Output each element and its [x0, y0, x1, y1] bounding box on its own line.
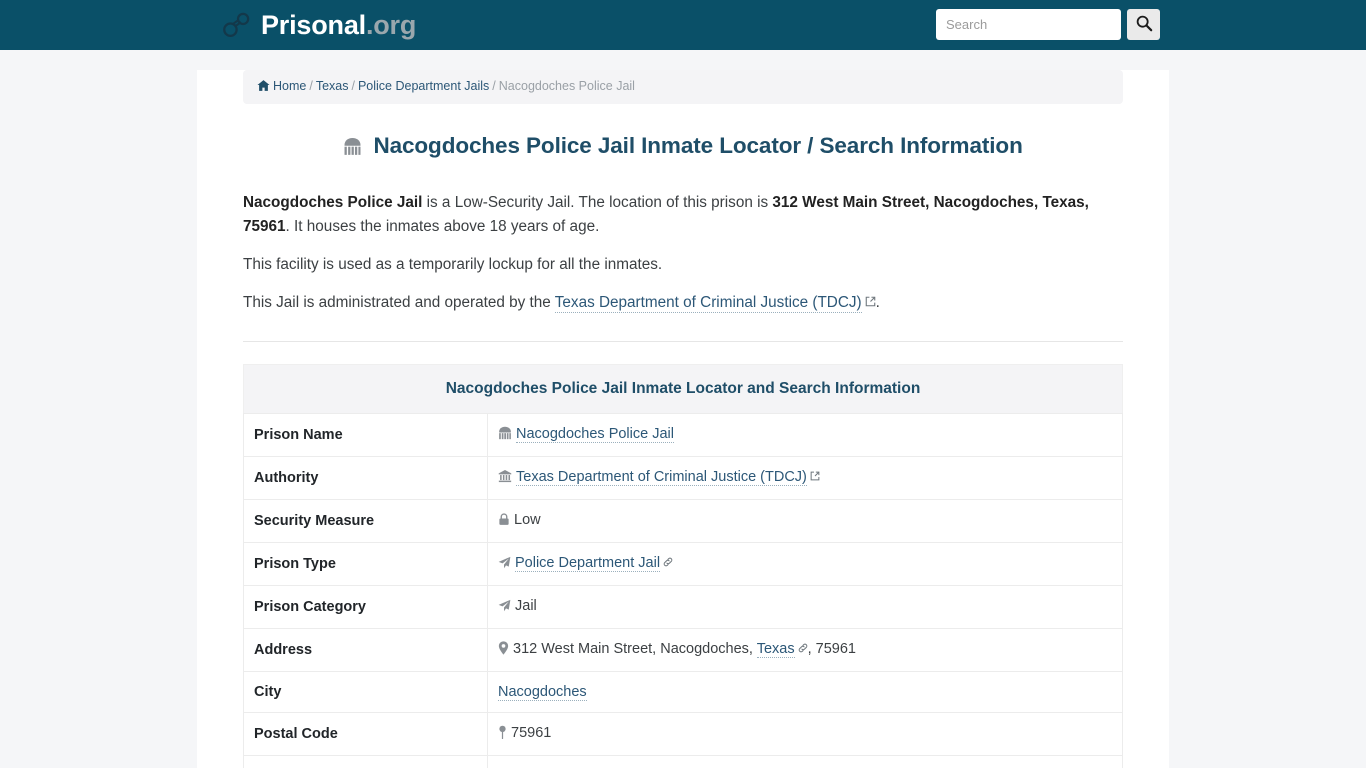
row-value-county: Nacogdoches County — [487, 755, 1123, 768]
intro-text-a: is a Low-Security Jail. The location of … — [422, 194, 773, 212]
row-label-prison-type: Prison Type — [243, 542, 488, 587]
site-header: Prisonal.org — [0, 0, 1366, 50]
brand-text: Prisonal.org — [261, 9, 417, 40]
address-prefix: 312 West Main Street, Nacogdoches, — [513, 641, 757, 658]
city-link[interactable]: Nacogdoches — [498, 684, 587, 702]
postal-code-value: 75961 — [511, 725, 552, 742]
row-value-prison-category: Jail — [487, 585, 1123, 630]
table-caption: Nacogdoches Police Jail Inmate Locator a… — [243, 364, 1123, 414]
prison-name-bold: Nacogdoches Police Jail — [243, 194, 423, 212]
row-value-security-measure: Low — [487, 499, 1123, 544]
address-state-link[interactable]: Texas — [756, 641, 795, 659]
security-measure-value: Low — [514, 512, 541, 529]
page-title: Nacogdoches Police Jail Inmate Locator /… — [243, 132, 1123, 163]
brand-name: Prisonal — [261, 9, 366, 40]
table-row: Postal Code 75961 — [243, 712, 1123, 757]
handcuffs-icon — [222, 10, 252, 40]
section-divider — [243, 341, 1123, 343]
row-label-authority: Authority — [243, 456, 488, 501]
link-chain-icon — [663, 555, 673, 571]
row-label-security-measure: Security Measure — [243, 499, 488, 544]
breadcrumb: Home / Texas / Police Department Jails / Nacog… — [243, 70, 1123, 104]
table-row: Prison Category Jail — [243, 585, 1123, 630]
row-value-authority: Texas Department of Criminal Justice (TD… — [487, 456, 1123, 501]
facility-paragraph: This facility is used as a temporarily l… — [243, 256, 663, 274]
address-suffix: , 75961 — [807, 641, 856, 658]
prison-info-table: Prison Name Nacogdoches Police Jail Auth… — [243, 413, 1123, 768]
row-value-postal-code: 75961 — [487, 712, 1123, 757]
breadcrumb-item-texas[interactable]: Texas — [316, 79, 349, 93]
search-button[interactable] — [1127, 9, 1160, 40]
prison-category-value: Jail — [515, 598, 537, 615]
search-form — [936, 9, 1160, 40]
jail-cell-icon — [343, 136, 368, 161]
home-icon — [257, 80, 270, 95]
authority-paragraph: This Jail is administrated and operated … — [243, 291, 1123, 315]
table-row: City Nacogdoches — [243, 671, 1123, 714]
prison-name-link[interactable]: Nacogdoches Police Jail — [516, 426, 674, 444]
table-row: Authority Texas Department of Criminal J… — [243, 456, 1123, 501]
row-value-prison-type: Police Department Jail — [487, 542, 1123, 587]
authority-link[interactable]: Texas Department of Criminal Justice (TD… — [516, 469, 807, 487]
brand-tld: .org — [365, 9, 417, 40]
breadcrumb-item-home[interactable]: Home — [273, 79, 306, 93]
link-chain-icon — [798, 641, 808, 657]
tdcj-link[interactable]: Texas Department of Criminal Justice (TD… — [554, 294, 862, 314]
row-value-prison-name: Nacogdoches Police Jail — [487, 413, 1123, 458]
authority-text-a: This Jail is administrated and operated … — [243, 294, 555, 312]
search-icon — [1135, 14, 1153, 35]
row-value-address: 312 West Main Street, Nacogdoches, Texas… — [487, 628, 1123, 673]
table-row: Prison Type Police Department Jail — [243, 542, 1123, 587]
page-container: Home / Texas / Police Department Jails / Nacog… — [197, 70, 1169, 768]
table-row: Address 312 West Main Street, Nacogdoche… — [243, 628, 1123, 673]
breadcrumb-item-current: Nacogdoches Police Jail — [498, 79, 635, 93]
map-pin-icon — [498, 725, 507, 743]
row-label-city: City — [243, 671, 488, 714]
breadcrumb-item-police-department-jails[interactable]: Police Department Jails — [358, 79, 489, 93]
paper-plane-icon — [498, 599, 511, 616]
breadcrumb-separator: / — [309, 79, 313, 93]
external-link-icon — [865, 294, 876, 311]
intro-paragraph: Nacogdoches Police Jail is a Low-Securit… — [243, 191, 1123, 239]
prison-type-link[interactable]: Police Department Jail — [515, 555, 661, 573]
institution-icon — [498, 470, 512, 487]
map-marker-icon — [498, 641, 509, 659]
jail-cell-icon — [498, 426, 512, 444]
external-link-icon — [810, 469, 820, 485]
tdcj-link-label: Texas Department of Criminal Justice (TD… — [554, 294, 862, 312]
site-logo-link[interactable]: Prisonal.org — [222, 10, 416, 40]
breadcrumb-separator: / — [492, 79, 496, 93]
table-row: County Nacogdoches County — [243, 755, 1123, 768]
table-row: Prison Name Nacogdoches Police Jail — [243, 413, 1123, 458]
row-label-postal-code: Postal Code — [243, 712, 488, 757]
authority-text-b: . — [875, 294, 880, 312]
table-row: Security Measure Low — [243, 499, 1123, 544]
search-input[interactable] — [936, 9, 1121, 40]
lock-icon — [498, 513, 510, 530]
row-label-county: County — [243, 755, 488, 768]
row-label-prison-name: Prison Name — [243, 413, 488, 458]
row-label-prison-category: Prison Category — [243, 585, 488, 630]
breadcrumb-separator: / — [351, 79, 355, 93]
intro-text-b: . It houses the inmates above 18 years o… — [285, 218, 600, 236]
paper-plane-icon — [498, 556, 511, 573]
page-title-text: Nacogdoches Police Jail Inmate Locator /… — [373, 133, 1023, 158]
row-value-city: Nacogdoches — [487, 671, 1123, 714]
content-column: Home / Texas / Police Department Jails / Nacog… — [243, 70, 1123, 768]
row-label-address: Address — [243, 628, 488, 673]
